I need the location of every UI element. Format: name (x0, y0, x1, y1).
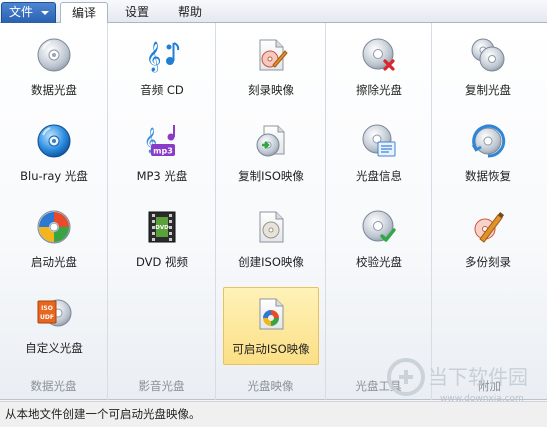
group-media-disc: 𝄞 音频 CD 𝄞 mp3 MP3 光盘 DVD DVD 视频 影音光盘 (108, 23, 216, 400)
copy-disc-icon (470, 37, 506, 73)
status-text: 从本地文件创建一个可启动光盘映像。 (5, 407, 201, 421)
custom-disc-button[interactable]: ISO UDF 自定义光盘 (8, 285, 100, 369)
copy-disc-button[interactable]: 复制光盘 (442, 27, 534, 111)
group-data-disc: 数据光盘 Blu-ray 光盘 启动光盘 ISO UDF 自定义光盘 数据光盘 (0, 23, 108, 400)
mp3-disc-button[interactable]: 𝄞 mp3 MP3 光盘 (116, 113, 208, 197)
multi-burn-icon (470, 209, 506, 245)
data-disc-button[interactable]: 数据光盘 (8, 27, 100, 111)
button-label: 擦除光盘 (356, 83, 402, 97)
group-disc-tools: 擦除光盘 光盘信息 校验光盘 光盘工具 (326, 23, 432, 400)
button-label: 数据恢复 (465, 169, 511, 183)
bootable-iso-button[interactable]: 可启动ISO映像 (223, 287, 319, 365)
dvd-video-button[interactable]: DVD DVD 视频 (116, 199, 208, 283)
multi-burn-button[interactable]: 多份刻录 (442, 199, 534, 283)
group-label: 影音光盘 (138, 379, 185, 393)
button-label: Blu-ray 光盘 (20, 169, 88, 183)
dropdown-arrow-icon (41, 11, 49, 15)
button-label: 多份刻录 (465, 255, 511, 269)
data-recovery-button[interactable]: 数据恢复 (442, 113, 534, 197)
svg-text:mp3: mp3 (153, 147, 173, 156)
audio-cd-icon: 𝄞 (144, 37, 180, 73)
group-label: 光盘映像 (247, 379, 294, 393)
verify-disc-icon (361, 209, 397, 245)
tab-settings[interactable]: 设置 (113, 2, 161, 23)
disc-info-icon (361, 123, 397, 159)
svg-text:ISO: ISO (41, 305, 53, 312)
create-iso-button[interactable]: 创建ISO映像 (225, 199, 317, 283)
group-label: 数据光盘 (30, 379, 77, 393)
erase-disc-icon (361, 37, 397, 73)
file-menu-button[interactable]: 文件 (1, 2, 56, 23)
disc-info-button[interactable]: 光盘信息 (333, 113, 425, 197)
file-menu-label: 文件 (9, 5, 34, 19)
tab-help[interactable]: 帮助 (166, 2, 214, 23)
ribbon-panel: 数据光盘 Blu-ray 光盘 启动光盘 ISO UDF 自定义光盘 数据光盘 𝄞 (0, 23, 547, 400)
data-recovery-icon (470, 123, 506, 159)
button-label: 校验光盘 (356, 255, 402, 269)
button-label: 刻录映像 (248, 83, 294, 97)
erase-disc-button[interactable]: 擦除光盘 (333, 27, 425, 111)
button-label: DVD 视频 (135, 255, 189, 269)
watermark-logo: 当下软件园 www.downxia.com (384, 355, 544, 405)
verify-disc-button[interactable]: 校验光盘 (333, 199, 425, 283)
burn-image-icon (253, 37, 289, 73)
group-disc-image: 刻录映像 复制ISO映像 创建ISO映像 可启动ISO映像 光盘映像 (216, 23, 326, 400)
button-label: 音频 CD (140, 83, 184, 97)
ribbon-tab-bar: 文件 编译 设置 帮助 (0, 0, 547, 24)
svg-text:UDF: UDF (40, 314, 54, 321)
bluray-disc-button[interactable]: Blu-ray 光盘 (8, 113, 100, 197)
status-bar: 从本地文件创建一个可启动光盘映像。 (0, 401, 547, 427)
copy-iso-button[interactable]: 复制ISO映像 (225, 113, 317, 197)
button-label: 可启动ISO映像 (232, 342, 310, 356)
create-iso-icon (253, 209, 289, 245)
boot-disc-icon (36, 209, 72, 245)
tab-build[interactable]: 编译 (60, 2, 108, 24)
button-label: 光盘信息 (356, 169, 402, 183)
button-label: 创建ISO映像 (238, 255, 304, 269)
button-label: 复制光盘 (465, 83, 511, 97)
copy-iso-icon (253, 123, 289, 159)
watermark-text: 当下软件园 (428, 365, 528, 389)
button-label: 自定义光盘 (25, 341, 83, 355)
button-label: MP3 光盘 (136, 169, 188, 183)
dvd-video-icon: DVD (144, 209, 180, 245)
bootable-iso-icon (253, 296, 289, 332)
button-label: 启动光盘 (31, 255, 77, 269)
button-label: 复制ISO映像 (238, 169, 304, 183)
audio-cd-button[interactable]: 𝄞 音频 CD (116, 27, 208, 111)
burn-image-button[interactable]: 刻录映像 (225, 27, 317, 111)
mp3-disc-icon: 𝄞 mp3 (144, 123, 180, 159)
button-label: 数据光盘 (31, 83, 77, 97)
data-disc-icon (36, 37, 72, 73)
svg-text:DVD: DVD (155, 225, 169, 231)
boot-disc-button[interactable]: 启动光盘 (8, 199, 100, 283)
svg-text:𝄞: 𝄞 (146, 41, 161, 73)
iso-udf-disc-icon: ISO UDF (36, 295, 72, 331)
group-extras: 复制光盘 数据恢复 多份刻录 附加 (432, 23, 547, 400)
bluray-disc-icon (36, 123, 72, 159)
